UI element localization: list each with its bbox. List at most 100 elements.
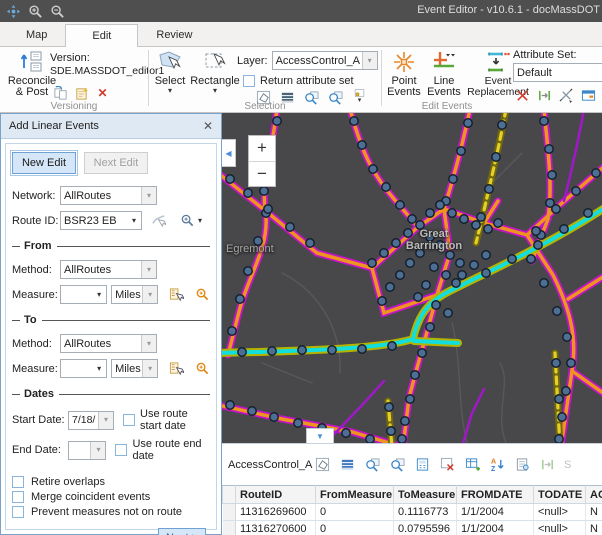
select-caret-icon[interactable]: ▾ <box>168 87 172 95</box>
column-header[interactable]: FromMeasure <box>316 486 394 504</box>
new-version-icon[interactable] <box>73 85 90 101</box>
route-zoom-caret-icon[interactable]: ▾ <box>198 217 202 225</box>
column-header[interactable]: RouteID <box>236 486 316 504</box>
column-header[interactable]: TODATE <box>534 486 586 504</box>
attribute-set-combobox[interactable]: Default <box>513 63 602 82</box>
tab-review[interactable]: Review <box>138 24 210 46</box>
cell: 0.0795596 <box>394 521 457 535</box>
new-edit-button[interactable]: New Edit <box>12 152 76 174</box>
from-method-caret-icon[interactable]: ▾ <box>141 261 156 278</box>
network-caret-icon[interactable]: ▾ <box>141 187 156 204</box>
network-value: AllRoutes <box>61 190 141 202</box>
table-add-record-icon[interactable] <box>464 457 481 473</box>
row-selector[interactable] <box>223 521 236 535</box>
from-measure-caret-icon[interactable]: ▾ <box>92 291 106 299</box>
event-records-table: RouteID FromMeasure ToMeasure FROMDATE T… <box>222 485 602 535</box>
version-changes-icon[interactable] <box>52 85 69 101</box>
table-toolbar-partial-control[interactable]: S <box>564 459 571 471</box>
table-select-features-icon[interactable] <box>314 457 331 473</box>
tab-map[interactable]: Map <box>8 24 65 46</box>
use-route-start-date-checkbox[interactable] <box>123 414 135 426</box>
rectangle-select-icon <box>203 50 227 74</box>
table-record-details-icon[interactable] <box>514 457 531 473</box>
to-measure-caret-icon[interactable]: ▾ <box>92 365 106 373</box>
zoom-in-tool-icon[interactable] <box>26 2 44 20</box>
start-date-caret-icon[interactable]: ▾ <box>98 412 113 429</box>
prevent-measures-checkbox[interactable] <box>12 506 24 518</box>
event-attributes-window-icon[interactable] <box>580 87 597 103</box>
cell: N <box>586 521 602 535</box>
rectangle-select-button[interactable]: Rectangle ▾ <box>191 50 239 95</box>
point-events-button[interactable]: Point Events <box>384 50 424 98</box>
row-selector[interactable] <box>223 504 236 521</box>
map-graphics <box>222 113 602 443</box>
merge-event-icon[interactable] <box>558 87 575 103</box>
tab-edit[interactable]: Edit <box>65 24 138 47</box>
layer-combobox[interactable]: AccessControl_A ▾ <box>272 51 378 70</box>
start-date-input[interactable]: 7/18/ ▾ <box>68 411 114 430</box>
map-canvas[interactable]: Egremont Great Barrington ◀ + − ▼ <box>222 113 602 443</box>
from-unit-combobox[interactable]: Miles ▾ <box>111 285 158 304</box>
table-show-records-icon[interactable] <box>339 457 356 473</box>
from-measure-combobox[interactable]: ▾ <box>60 285 107 304</box>
next-edit-button[interactable]: Next Edit <box>84 152 148 174</box>
to-unit-combobox[interactable]: Miles ▾ <box>111 359 158 378</box>
cell: <null> <box>534 504 586 521</box>
rectangle-caret-icon[interactable]: ▾ <box>213 87 217 95</box>
cell: 1/1/2004 <box>457 504 534 521</box>
from-zoom-icon[interactable] <box>194 287 210 303</box>
end-date-caret-icon[interactable]: ▾ <box>90 442 105 459</box>
table-pan-to-selection-icon[interactable] <box>389 457 406 473</box>
add-linear-events-panel: Add Linear Events ✕ New Edit Next Edit N… <box>0 113 222 535</box>
to-method-caret-icon[interactable]: ▾ <box>141 335 156 352</box>
to-unit-caret-icon[interactable]: ▾ <box>142 360 157 377</box>
group-edit-events: Point Events Line Events Event Replaceme… <box>382 47 602 113</box>
to-measure-combobox[interactable]: ▾ <box>60 359 107 378</box>
route-zoom-icon[interactable] <box>179 213 196 229</box>
collapse-panel-icon[interactable]: ◀ <box>222 139 236 167</box>
table-sort-icon[interactable]: AZ <box>489 457 506 473</box>
close-icon[interactable]: ✕ <box>203 119 213 133</box>
from-method-combobox[interactable]: AllRoutes ▾ <box>60 260 157 279</box>
pan-tool-icon[interactable] <box>4 2 22 20</box>
return-attribute-set-checkbox[interactable] <box>243 75 255 87</box>
zoom-out-tool-icon[interactable] <box>48 2 66 20</box>
map-zoom-in-button[interactable]: + <box>249 136 275 162</box>
column-header[interactable]: AC <box>586 486 602 504</box>
to-zoom-icon[interactable] <box>194 361 210 377</box>
cell: <null> <box>534 521 586 535</box>
table-row[interactable]: 11316269600 0 0.1116773 1/1/2004 <null> … <box>223 504 602 521</box>
end-date-input[interactable]: ▾ <box>68 441 106 460</box>
delete-version-icon[interactable]: ✕ <box>94 85 111 101</box>
select-route-on-map-icon[interactable] <box>150 213 167 229</box>
event-table-panel: AccessControl_A AZ S <box>222 443 602 535</box>
next-button[interactable]: Next > <box>158 528 206 535</box>
split-event-icon[interactable] <box>514 87 531 103</box>
expand-table-icon[interactable]: ▼ <box>306 428 334 443</box>
from-unit-caret-icon[interactable]: ▾ <box>142 286 157 303</box>
route-id-caret-icon[interactable]: ▾ <box>127 217 141 225</box>
from-measure-on-map-icon[interactable] <box>168 287 184 303</box>
line-events-button[interactable]: Line Events <box>424 50 464 98</box>
from-method-label: Method: <box>12 264 60 276</box>
column-header[interactable]: FROMDATE <box>457 486 534 504</box>
table-field-calculator-icon[interactable] <box>414 457 431 473</box>
layer-caret-icon[interactable]: ▾ <box>362 52 377 69</box>
table-zoom-to-selection-icon[interactable] <box>364 457 381 473</box>
retire-overlaps-checkbox[interactable] <box>12 476 24 488</box>
use-route-end-date-checkbox[interactable] <box>115 444 127 456</box>
offset-event-icon[interactable] <box>536 87 553 103</box>
map-zoom-out-button[interactable]: − <box>249 162 275 187</box>
select-button[interactable]: Select ▾ <box>151 50 189 95</box>
route-id-combobox[interactable]: BSR23 EB ▾ <box>60 211 142 230</box>
network-combobox[interactable]: AllRoutes ▾ <box>60 186 157 205</box>
event-replacement-icon <box>486 50 510 74</box>
table-clear-selection-icon[interactable] <box>439 457 456 473</box>
to-method-combobox[interactable]: AllRoutes ▾ <box>60 334 157 353</box>
to-measure-on-map-icon[interactable] <box>168 361 184 377</box>
table-row[interactable]: 11316270600 0 0.0795596 1/1/2004 <null> … <box>223 521 602 535</box>
route-id-value: BSR23 EB <box>61 215 127 227</box>
table-offset-icon[interactable] <box>539 457 556 473</box>
column-header[interactable]: ToMeasure <box>394 486 457 504</box>
merge-coincident-checkbox[interactable] <box>12 491 24 503</box>
